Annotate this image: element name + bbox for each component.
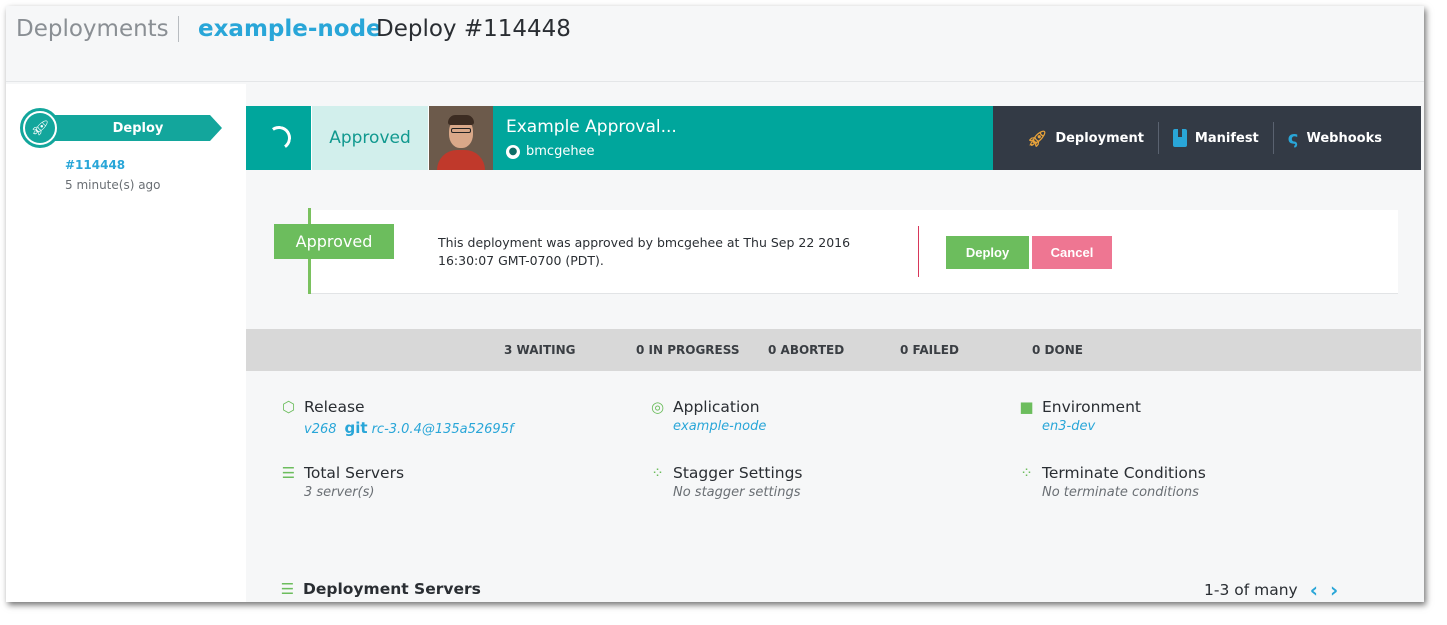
nodes-icon: ⁘ [651,464,664,482]
approved-badge: Approved [274,224,394,259]
status-failed[interactable]: 0 FAILED [900,343,959,357]
status-aborted[interactable]: 0 ABORTED [768,343,844,357]
nav-deployment[interactable]: 🚀︎ Deployment [993,106,1158,170]
nav-webhooks[interactable]: ς Webhooks [1274,106,1396,170]
layers-icon: ☰ [280,580,295,598]
status-waiting[interactable]: 3 WAITING [504,343,576,357]
stagger-value: No stagger settings [673,485,801,500]
webhook-icon: ς [1287,127,1299,149]
deploy-time-ago: 5 minute(s) ago [65,178,161,192]
breadcrumb-deployments[interactable]: Deployments [16,16,169,42]
nav-manifest[interactable]: Manifest [1159,106,1273,170]
application-info: ◎ Application example-node [650,398,766,434]
application-link[interactable]: example-node [673,419,766,434]
stage-sidebar: 🚀︎ Deploy #114448 5 minute(s) ago [6,84,246,602]
app-window: Deployments example-node Deploy #114448 … [6,6,1424,602]
approval-username: bmcgehee [526,144,595,159]
approval-message: This deployment was approved by bmcgehee… [438,235,851,268]
deploy-button[interactable]: Deploy [946,236,1029,269]
pagination: 1-3 of many ‹ › [1204,578,1338,602]
cube-icon: ■ [1019,398,1034,416]
main-content: Approved Example Approval... ● bmcgehee … [246,84,1424,602]
release-value: v268 git rc-3.0.4@135a52695f [304,419,514,437]
environment-label: Environment [1042,398,1141,416]
terminate-label: Terminate Conditions [1042,464,1206,482]
breadcrumb-divider [178,16,179,42]
release-info: ⬡ Release v268 git rc-3.0.4@135a52695f [281,398,514,437]
pagination-range: 1-3 of many [1204,581,1298,599]
stage-nav: 🚀︎ Deployment Manifest ς Webhooks [993,106,1421,170]
total-servers-label: Total Servers [304,464,405,482]
cancel-button[interactable]: Cancel [1032,236,1112,269]
total-servers-info: ☰ Total Servers 3 server(s) [281,464,404,500]
stagger-label: Stagger Settings [673,464,803,482]
chevron-left-icon[interactable]: ‹ [1310,578,1318,602]
application-label: Application [673,398,760,416]
rocket-icon: 🚀︎ [1027,128,1048,148]
page-title: Deploy #114448 [376,16,571,42]
nav-manifest-label: Manifest [1194,130,1259,146]
stagger-info: ⁘ Stagger Settings No stagger settings [650,464,803,500]
git-ref-link[interactable]: rc-3.0.4@135a52695f [372,422,514,437]
cube-outline-icon: ⬡ [281,398,296,416]
release-version-link[interactable]: v268 [304,422,337,437]
page-header: Deployments example-node Deploy #114448 [6,6,1424,82]
deployment-servers-title: Deployment Servers [303,580,481,598]
environment-info: ■ Environment en3-dev [1019,398,1141,434]
terminate-info: ⁘ Terminate Conditions No terminate condi… [1019,464,1206,500]
chevron-right-icon[interactable]: › [1330,578,1338,602]
total-servers-value: 3 server(s) [304,485,375,500]
app-name-link[interactable]: example-node [198,16,382,42]
card-divider [918,226,919,277]
environment-link[interactable]: en3-dev [1042,419,1141,434]
manifest-icon [1172,129,1187,147]
stage-deploy-pill[interactable]: Deploy [50,115,222,141]
deployment-servers-heading: ☰ Deployment Servers [280,580,481,598]
status-in-progress[interactable]: 0 IN PROGRESS [636,343,739,357]
release-label: Release [304,398,365,416]
status-summary-bar: 3 WAITING 0 IN PROGRESS 0 ABORTED 0 FAIL… [246,329,1421,371]
rocket-icon: 🚀︎ [25,113,55,143]
approval-title[interactable]: Example Approval... [506,117,677,137]
nodes-icon: ⁘ [1020,464,1033,482]
avatar [429,106,493,170]
status-done[interactable]: 0 DONE [1032,343,1083,357]
git-icon: git [344,419,368,437]
stage-topbar: Approved Example Approval... ● bmcgehee … [246,106,1421,170]
terminate-value: No terminate conditions [1042,485,1199,500]
nav-webhooks-label: Webhooks [1306,130,1382,146]
deploy-number-link[interactable]: #114448 [65,158,125,172]
status-badge: Approved [311,106,429,170]
approval-user: ● bmcgehee [506,144,595,159]
user-icon: ● [506,144,520,159]
layers-icon: ☰ [281,464,296,482]
nav-deployment-label: Deployment [1055,130,1144,146]
loading-spinner-icon [264,124,293,152]
stage-rocket-badge[interactable]: 🚀︎ [20,108,60,148]
spinner-container [246,106,311,170]
spiral-icon: ◎ [650,398,665,416]
approval-card: Approved This deployment was approved by… [274,208,1398,294]
